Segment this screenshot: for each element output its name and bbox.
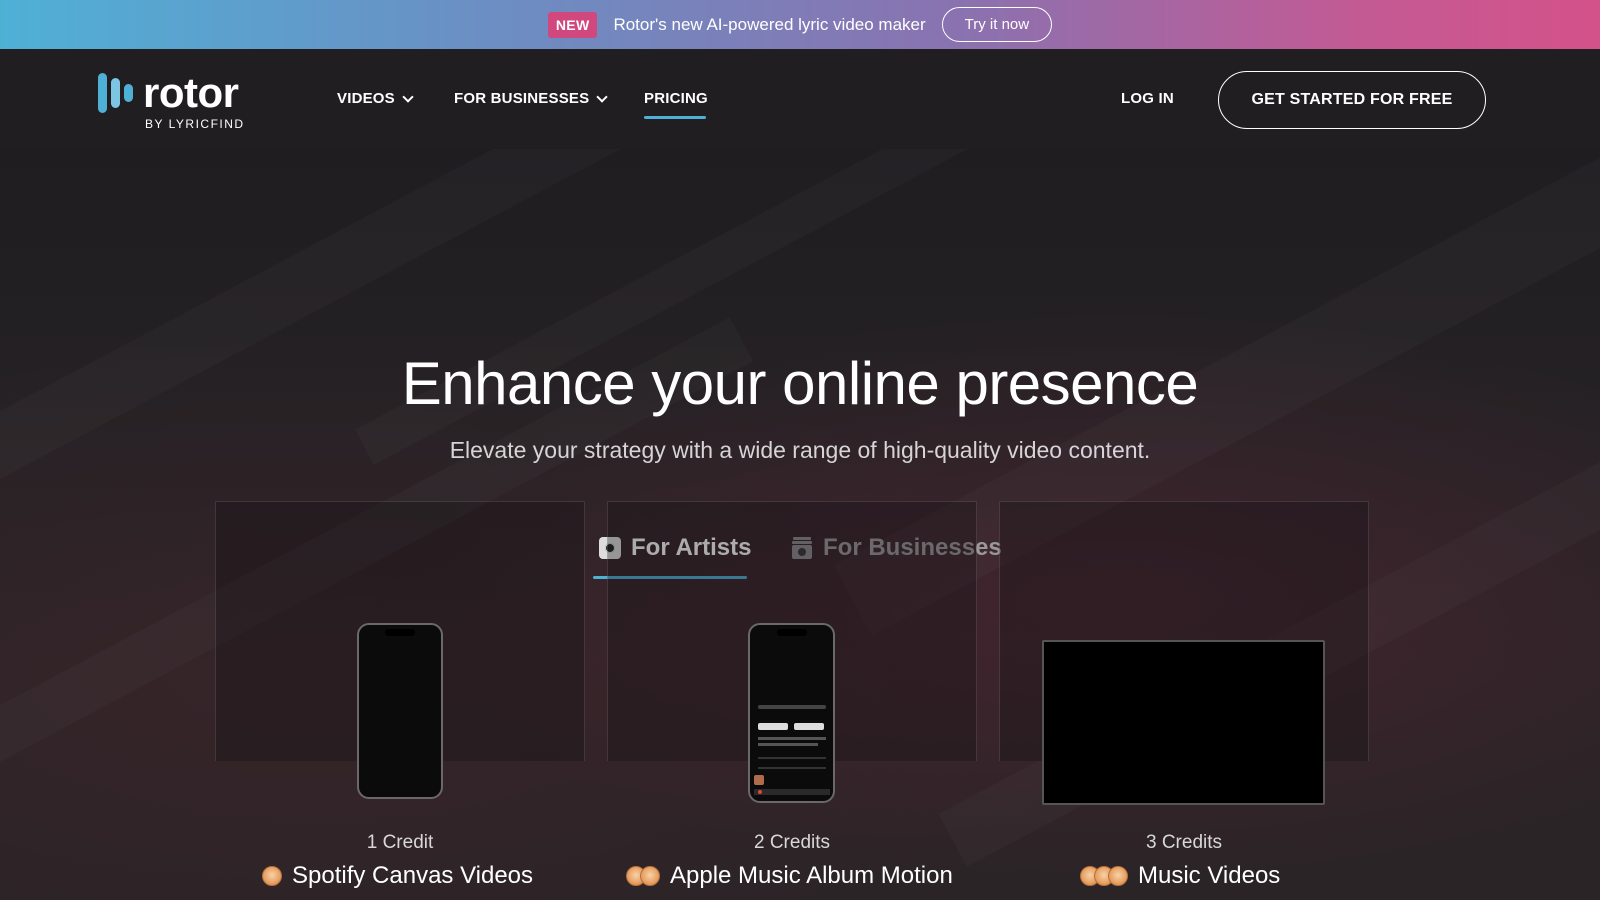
main-nav: rotor BY LYRICFIND VIDEOS FOR BUSINESSES… <box>0 49 1600 149</box>
coin-icon <box>1080 866 1128 886</box>
card-1-title: Spotify Canvas Videos <box>262 862 533 890</box>
try-it-now-button[interactable]: Try it now <box>941 7 1053 42</box>
nav-pricing[interactable]: PRICING <box>644 90 708 107</box>
card-1-title-text: Spotify Canvas Videos <box>292 862 534 889</box>
hero-title: Enhance your online presence <box>401 350 1199 417</box>
phone-music-app-preview <box>748 623 835 803</box>
chevron-down-icon <box>402 90 414 103</box>
login-label: LOG IN <box>1121 90 1174 107</box>
card-2-title: Apple Music Album Motion <box>626 862 953 890</box>
announcement-text: Rotor's new AI-powered lyric video maker <box>613 14 926 34</box>
rotor-logo[interactable]: rotor BY LYRICFIND <box>98 69 245 131</box>
coin-icon <box>626 866 660 886</box>
nav-videos-label: VIDEOS <box>337 90 395 107</box>
card-3-title: Music Videos <box>1080 862 1280 890</box>
widescreen-preview <box>1042 640 1325 805</box>
phone-preview <box>357 623 443 799</box>
card-2-credits: 2 Credits <box>753 832 831 853</box>
nav-videos[interactable]: VIDEOS <box>337 90 414 107</box>
nav-for-businesses[interactable]: FOR BUSINESSES <box>454 90 608 107</box>
hero-subtitle: Elevate your strategy with a wide range … <box>449 437 1151 463</box>
new-badge: NEW <box>547 11 598 38</box>
logo-name: rotor <box>143 69 239 116</box>
active-nav-indicator <box>644 116 706 119</box>
nav-for-businesses-label: FOR BUSINESSES <box>454 90 590 107</box>
chevron-down-icon <box>596 90 608 103</box>
rotor-logo-icon <box>98 73 133 113</box>
logo-subtitle: BY LYRICFIND <box>145 117 245 131</box>
card-2-title-text: Apple Music Album Motion <box>670 862 953 889</box>
card-1-credits: 1 Credit <box>366 832 434 853</box>
nav-pricing-label: PRICING <box>644 90 708 107</box>
coin-icon <box>262 866 282 886</box>
card-3-credits: 3 Credits <box>1145 832 1223 853</box>
login-link[interactable]: LOG IN <box>1121 90 1174 107</box>
card-3-title-text: Music Videos <box>1138 862 1281 889</box>
get-started-button[interactable]: GET STARTED FOR FREE <box>1218 71 1486 129</box>
announcement-bar: NEW Rotor's new AI-powered lyric video m… <box>0 0 1600 49</box>
